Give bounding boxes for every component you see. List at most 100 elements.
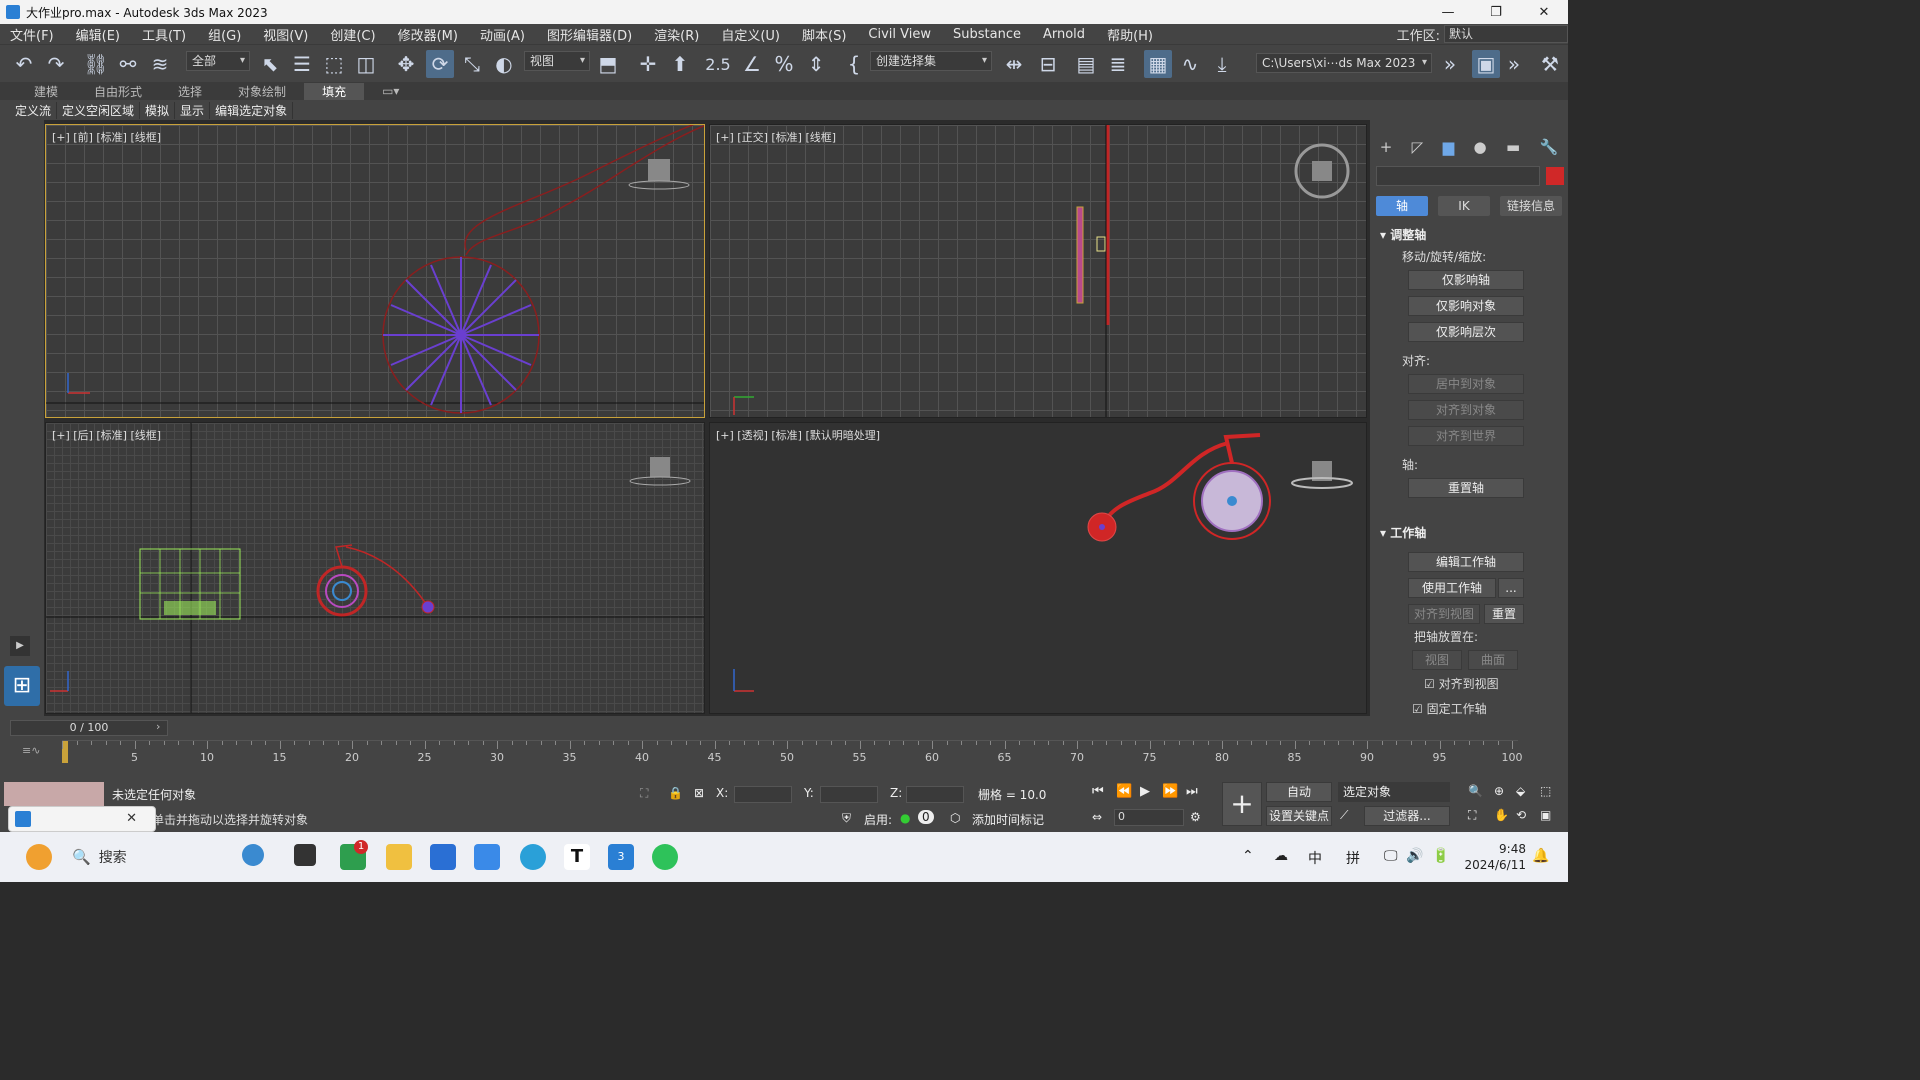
mirror-icon[interactable]: ⇹ <box>1000 50 1028 78</box>
redo-icon[interactable]: ↷ <box>42 50 70 78</box>
select-object-icon[interactable]: ⬉ <box>256 50 284 78</box>
project-path-dropdown[interactable]: C:\Users\xi⋯ds Max 2023 <box>1256 53 1432 73</box>
align-to-world-button[interactable]: 对齐到世界 <box>1408 426 1524 446</box>
ime-zh[interactable]: 中 <box>1308 848 1322 868</box>
next-key-icon[interactable]: ⏩ <box>1162 784 1178 799</box>
pivot-center-icon[interactable]: ⬒ <box>594 50 622 78</box>
isolate-icon[interactable]: ⛶ <box>640 786 648 801</box>
unlink-icon[interactable]: ⚯ <box>114 50 142 78</box>
menu-civil-view[interactable]: Civil View <box>858 27 943 42</box>
text-app-icon[interactable]: T <box>564 844 590 870</box>
key-mode-icon[interactable]: ⇔ <box>1092 810 1102 824</box>
schematic-view-icon[interactable]: ⤓ <box>1208 50 1236 78</box>
zoom-extents-all-icon[interactable]: ⬚ <box>1540 784 1551 798</box>
next-frame-icon[interactable]: › <box>156 720 160 733</box>
center-to-object-button[interactable]: 居中到对象 <box>1408 374 1524 394</box>
3dsmax-taskbar-icon[interactable]: 3 <box>608 844 634 870</box>
task-view-icon[interactable] <box>294 844 316 866</box>
front-viewport[interactable]: [+] [前] [标准] [线框] <box>45 124 705 418</box>
create-tab-icon[interactable]: + <box>1380 138 1393 158</box>
network-icon[interactable]: 🖵 <box>1384 848 1398 864</box>
scale-icon[interactable]: ⤡ <box>458 50 486 78</box>
perspective-viewport[interactable]: [+] [透视] [标准] [默认明暗处理] <box>709 422 1367 714</box>
menu-create[interactable]: 创建(C) <box>320 25 387 44</box>
menu-rendering[interactable]: 渲染(R) <box>644 25 711 44</box>
menu-arnold[interactable]: Arnold <box>1033 27 1097 42</box>
prev-key-icon[interactable]: ⏪ <box>1116 784 1132 799</box>
file-explorer-icon[interactable] <box>386 844 412 870</box>
working-pivot-rollout[interactable]: ▾ 工作轴 <box>1380 524 1426 541</box>
affect-hierarchy-only-button[interactable]: 仅影响层次 <box>1408 322 1524 342</box>
expand-toolbar-icon[interactable]: » <box>1436 50 1464 78</box>
tab-populate[interactable]: 填充 <box>304 82 365 100</box>
zoom-extents-icon[interactable]: ⬙ <box>1516 784 1525 798</box>
fov-icon[interactable]: ⛶ <box>1468 808 1476 823</box>
use-working-pivot-button[interactable]: 使用工作轴 <box>1408 578 1496 598</box>
simulate-button[interactable]: 模拟 <box>140 101 176 119</box>
go-to-start-icon[interactable]: ⏮ <box>1092 784 1104 799</box>
adjust-pivot-rollout[interactable]: ▾ 调整轴 <box>1380 226 1426 243</box>
edit-working-pivot-button[interactable]: 编辑工作轴 <box>1408 552 1524 572</box>
place-view-button[interactable]: 视图 <box>1412 650 1462 670</box>
menu-edit[interactable]: 编辑(E) <box>66 25 132 44</box>
snap-toggle-icon[interactable]: 2.5 <box>704 50 732 78</box>
preview-close-icon[interactable]: ✕ <box>126 811 137 826</box>
viewport-label[interactable]: [+] [后] [标准] [线框] <box>52 427 161 443</box>
rotate-icon[interactable]: ⟳ <box>426 50 454 78</box>
expand-layout-icon[interactable]: ▶ <box>10 636 30 656</box>
affect-object-only-button[interactable]: 仅影响对象 <box>1408 296 1524 316</box>
set-key-button[interactable]: 设置关键点 <box>1266 806 1332 826</box>
ortho-viewport[interactable]: [+] [正交] [标准] [线框] <box>709 124 1367 418</box>
battery-icon[interactable]: 🔋 <box>1432 848 1449 864</box>
link-icon[interactable]: ⛓ <box>82 50 110 78</box>
place-icon[interactable]: ◐ <box>490 50 518 78</box>
widget-icon[interactable] <box>26 844 52 870</box>
angle-snap-icon[interactable]: ∠ <box>738 50 766 78</box>
notifications-icon[interactable]: 🔔 <box>1532 848 1549 864</box>
object-name-field[interactable] <box>1376 166 1540 186</box>
move-icon[interactable]: ✥ <box>392 50 420 78</box>
workspace-dropdown[interactable]: 默认 <box>1444 25 1568 43</box>
reset-working-button[interactable]: 重置 <box>1484 604 1524 624</box>
menu-file[interactable]: 文件(F) <box>0 25 66 44</box>
tab-selection[interactable]: 选择 <box>160 83 220 100</box>
display-button[interactable]: 显示 <box>175 101 211 119</box>
minimize-button[interactable]: — <box>1424 0 1472 24</box>
ref-coord-dropdown[interactable]: 视图 <box>524 51 590 71</box>
auto-key-button[interactable]: 自动 <box>1266 782 1332 802</box>
working-pivot-options-button[interactable]: ... <box>1498 578 1524 598</box>
viewport-layout-icon[interactable]: ⊞ <box>4 666 40 706</box>
tray-chevron-icon[interactable]: ⌃ <box>1242 848 1254 864</box>
maximize-viewport-icon[interactable]: ▣ <box>1540 808 1551 822</box>
menu-scripting[interactable]: 脚本(S) <box>792 25 858 44</box>
zoom-icon[interactable]: 🔍 <box>1468 784 1483 798</box>
maxscript-listener[interactable] <box>4 782 104 806</box>
pan-icon[interactable]: ✋ <box>1494 808 1509 822</box>
orbit-icon[interactable]: ⟲ <box>1516 808 1526 822</box>
named-selection-dropdown[interactable]: 创建选择集 <box>870 51 992 71</box>
edge-icon[interactable] <box>520 844 546 870</box>
modify-tab-icon[interactable]: ◸ <box>1412 138 1424 158</box>
curve-editor-icon[interactable]: ∿ <box>1176 50 1204 78</box>
edit-named-sets-icon[interactable]: { <box>840 50 868 78</box>
define-flows-button[interactable]: 定义流 <box>10 101 58 119</box>
viewport-label[interactable]: [+] [前] [标准] [线框] <box>52 129 161 145</box>
system-clock[interactable]: 9:48 2024/6/11 <box>1464 841 1526 873</box>
key-tangent-icon[interactable]: ⟋ <box>1340 808 1348 823</box>
align-to-view-button[interactable]: 对齐到视图 <box>1408 604 1480 624</box>
ribbon-toggle-icon[interactable]: ▦ <box>1144 50 1172 78</box>
time-tag-icon[interactable]: ⬡ <box>950 811 960 825</box>
menu-graph-editors[interactable]: 图形编辑器(D) <box>537 25 644 44</box>
taskbar-preview-popup[interactable]: ✕ <box>8 806 156 832</box>
hierarchy-tab-icon[interactable]: ▆ <box>1443 138 1455 158</box>
place-surface-button[interactable]: 曲面 <box>1468 650 1518 670</box>
go-to-end-icon[interactable]: ⏭ <box>1186 784 1198 799</box>
feishu-icon[interactable] <box>474 844 500 870</box>
taskbar-search[interactable]: 🔍 搜索 <box>64 840 272 874</box>
tab-modeling[interactable]: 建模 <box>16 83 76 100</box>
enable-value[interactable]: 0 <box>918 810 934 824</box>
set-key-big-icon[interactable]: + <box>1222 782 1262 826</box>
absolute-mode-icon[interactable]: ⊠ <box>694 786 704 800</box>
affect-pivot-only-button[interactable]: 仅影响轴 <box>1408 270 1524 290</box>
adaptive-degradation-icon[interactable]: ⛨ <box>842 811 851 826</box>
